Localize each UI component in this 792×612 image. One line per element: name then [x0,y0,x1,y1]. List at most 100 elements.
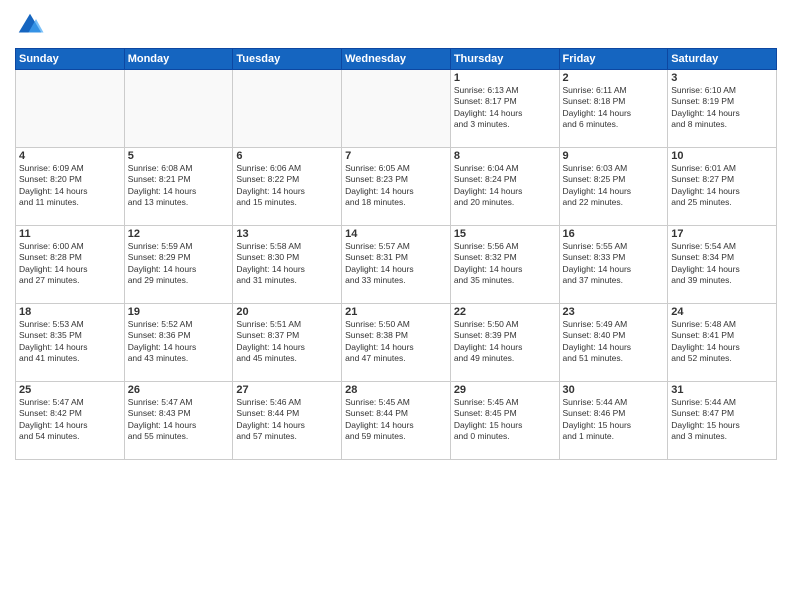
calendar-cell: 12Sunrise: 5:59 AM Sunset: 8:29 PM Dayli… [124,226,233,304]
calendar-cell: 13Sunrise: 5:58 AM Sunset: 8:30 PM Dayli… [233,226,342,304]
day-number: 11 [19,228,121,240]
calendar-cell: 10Sunrise: 6:01 AM Sunset: 8:27 PM Dayli… [668,148,777,226]
day-number: 10 [671,150,773,162]
calendar-cell: 23Sunrise: 5:49 AM Sunset: 8:40 PM Dayli… [559,304,668,382]
day-number: 23 [563,306,665,318]
calendar-cell: 6Sunrise: 6:06 AM Sunset: 8:22 PM Daylig… [233,148,342,226]
calendar-cell: 15Sunrise: 5:56 AM Sunset: 8:32 PM Dayli… [450,226,559,304]
day-info: Sunrise: 5:50 AM Sunset: 8:39 PM Dayligh… [454,319,556,365]
day-info: Sunrise: 5:59 AM Sunset: 8:29 PM Dayligh… [128,241,230,287]
day-number: 7 [345,150,447,162]
day-info: Sunrise: 6:01 AM Sunset: 8:27 PM Dayligh… [671,163,773,209]
page: SundayMondayTuesdayWednesdayThursdayFrid… [0,0,792,612]
day-number: 30 [563,384,665,396]
day-number: 13 [236,228,338,240]
weekday-header-row: SundayMondayTuesdayWednesdayThursdayFrid… [16,49,777,70]
day-info: Sunrise: 5:54 AM Sunset: 8:34 PM Dayligh… [671,241,773,287]
day-info: Sunrise: 6:00 AM Sunset: 8:28 PM Dayligh… [19,241,121,287]
logo-icon [15,10,45,40]
calendar-cell: 31Sunrise: 5:44 AM Sunset: 8:47 PM Dayli… [668,382,777,460]
day-info: Sunrise: 5:58 AM Sunset: 8:30 PM Dayligh… [236,241,338,287]
calendar-cell: 8Sunrise: 6:04 AM Sunset: 8:24 PM Daylig… [450,148,559,226]
day-info: Sunrise: 5:49 AM Sunset: 8:40 PM Dayligh… [563,319,665,365]
week-row-1: 1Sunrise: 6:13 AM Sunset: 8:17 PM Daylig… [16,70,777,148]
calendar-cell: 9Sunrise: 6:03 AM Sunset: 8:25 PM Daylig… [559,148,668,226]
weekday-header-wednesday: Wednesday [342,49,451,70]
day-info: Sunrise: 5:45 AM Sunset: 8:44 PM Dayligh… [345,397,447,443]
day-number: 2 [563,72,665,84]
day-info: Sunrise: 5:50 AM Sunset: 8:38 PM Dayligh… [345,319,447,365]
week-row-3: 11Sunrise: 6:00 AM Sunset: 8:28 PM Dayli… [16,226,777,304]
day-number: 15 [454,228,556,240]
calendar-cell: 25Sunrise: 5:47 AM Sunset: 8:42 PM Dayli… [16,382,125,460]
day-info: Sunrise: 6:05 AM Sunset: 8:23 PM Dayligh… [345,163,447,209]
day-number: 4 [19,150,121,162]
calendar-cell: 21Sunrise: 5:50 AM Sunset: 8:38 PM Dayli… [342,304,451,382]
day-number: 14 [345,228,447,240]
week-row-5: 25Sunrise: 5:47 AM Sunset: 8:42 PM Dayli… [16,382,777,460]
day-info: Sunrise: 5:44 AM Sunset: 8:47 PM Dayligh… [671,397,773,443]
day-number: 17 [671,228,773,240]
day-number: 6 [236,150,338,162]
calendar-cell: 3Sunrise: 6:10 AM Sunset: 8:19 PM Daylig… [668,70,777,148]
day-info: Sunrise: 5:51 AM Sunset: 8:37 PM Dayligh… [236,319,338,365]
weekday-header-monday: Monday [124,49,233,70]
day-info: Sunrise: 5:56 AM Sunset: 8:32 PM Dayligh… [454,241,556,287]
day-info: Sunrise: 6:09 AM Sunset: 8:20 PM Dayligh… [19,163,121,209]
day-number: 18 [19,306,121,318]
day-number: 9 [563,150,665,162]
calendar-cell: 11Sunrise: 6:00 AM Sunset: 8:28 PM Dayli… [16,226,125,304]
header [15,10,777,40]
calendar-cell [124,70,233,148]
calendar-cell: 5Sunrise: 6:08 AM Sunset: 8:21 PM Daylig… [124,148,233,226]
calendar-cell [342,70,451,148]
calendar-cell: 26Sunrise: 5:47 AM Sunset: 8:43 PM Dayli… [124,382,233,460]
day-info: Sunrise: 5:44 AM Sunset: 8:46 PM Dayligh… [563,397,665,443]
day-number: 31 [671,384,773,396]
weekday-header-friday: Friday [559,49,668,70]
day-number: 29 [454,384,556,396]
logo [15,10,49,40]
day-number: 19 [128,306,230,318]
day-info: Sunrise: 5:47 AM Sunset: 8:42 PM Dayligh… [19,397,121,443]
weekday-header-thursday: Thursday [450,49,559,70]
day-info: Sunrise: 6:03 AM Sunset: 8:25 PM Dayligh… [563,163,665,209]
day-number: 8 [454,150,556,162]
calendar-cell: 24Sunrise: 5:48 AM Sunset: 8:41 PM Dayli… [668,304,777,382]
weekday-header-sunday: Sunday [16,49,125,70]
calendar-cell: 14Sunrise: 5:57 AM Sunset: 8:31 PM Dayli… [342,226,451,304]
calendar-cell [233,70,342,148]
day-number: 12 [128,228,230,240]
day-number: 25 [19,384,121,396]
calendar-cell: 1Sunrise: 6:13 AM Sunset: 8:17 PM Daylig… [450,70,559,148]
calendar-table: SundayMondayTuesdayWednesdayThursdayFrid… [15,48,777,460]
weekday-header-saturday: Saturday [668,49,777,70]
calendar-cell: 19Sunrise: 5:52 AM Sunset: 8:36 PM Dayli… [124,304,233,382]
day-number: 28 [345,384,447,396]
day-info: Sunrise: 5:53 AM Sunset: 8:35 PM Dayligh… [19,319,121,365]
day-info: Sunrise: 6:11 AM Sunset: 8:18 PM Dayligh… [563,85,665,131]
calendar-cell: 18Sunrise: 5:53 AM Sunset: 8:35 PM Dayli… [16,304,125,382]
calendar-cell: 28Sunrise: 5:45 AM Sunset: 8:44 PM Dayli… [342,382,451,460]
day-info: Sunrise: 5:47 AM Sunset: 8:43 PM Dayligh… [128,397,230,443]
day-number: 5 [128,150,230,162]
day-number: 20 [236,306,338,318]
day-info: Sunrise: 6:08 AM Sunset: 8:21 PM Dayligh… [128,163,230,209]
day-info: Sunrise: 5:45 AM Sunset: 8:45 PM Dayligh… [454,397,556,443]
calendar-cell: 20Sunrise: 5:51 AM Sunset: 8:37 PM Dayli… [233,304,342,382]
calendar-cell: 16Sunrise: 5:55 AM Sunset: 8:33 PM Dayli… [559,226,668,304]
day-info: Sunrise: 5:48 AM Sunset: 8:41 PM Dayligh… [671,319,773,365]
calendar-cell: 30Sunrise: 5:44 AM Sunset: 8:46 PM Dayli… [559,382,668,460]
day-info: Sunrise: 5:55 AM Sunset: 8:33 PM Dayligh… [563,241,665,287]
week-row-2: 4Sunrise: 6:09 AM Sunset: 8:20 PM Daylig… [16,148,777,226]
day-number: 3 [671,72,773,84]
day-number: 22 [454,306,556,318]
calendar-cell: 27Sunrise: 5:46 AM Sunset: 8:44 PM Dayli… [233,382,342,460]
day-info: Sunrise: 6:04 AM Sunset: 8:24 PM Dayligh… [454,163,556,209]
day-number: 26 [128,384,230,396]
weekday-header-tuesday: Tuesday [233,49,342,70]
calendar-cell: 7Sunrise: 6:05 AM Sunset: 8:23 PM Daylig… [342,148,451,226]
day-info: Sunrise: 5:46 AM Sunset: 8:44 PM Dayligh… [236,397,338,443]
day-number: 24 [671,306,773,318]
day-info: Sunrise: 5:57 AM Sunset: 8:31 PM Dayligh… [345,241,447,287]
